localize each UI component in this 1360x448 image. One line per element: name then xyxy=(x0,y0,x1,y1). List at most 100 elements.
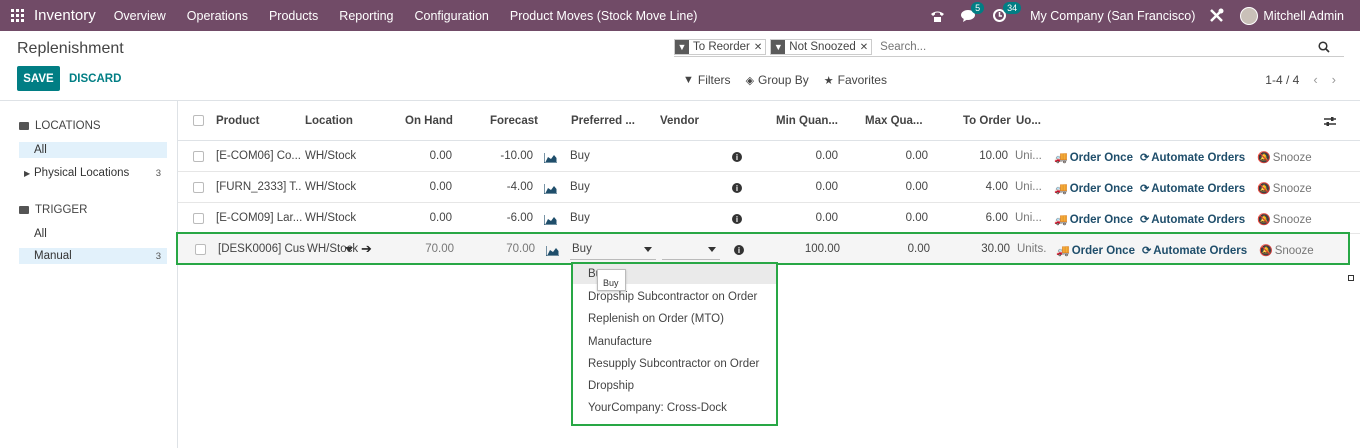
route-option-dropship-subcontractor[interactable]: Dropship Subcontractor on Order xyxy=(588,291,757,303)
menu-products[interactable]: Products xyxy=(269,9,318,23)
snooze-button[interactable]: 🔕 Snooze xyxy=(1257,182,1312,196)
automate-orders-button[interactable]: ⟳ Automate Orders xyxy=(1140,213,1245,227)
cell-on-hand[interactable]: 0.00 xyxy=(398,212,452,224)
route-select[interactable]: Buy xyxy=(572,243,592,255)
cell-max-quantity[interactable]: 0.00 xyxy=(868,212,928,224)
menu-reporting[interactable]: Reporting xyxy=(339,9,393,23)
close-icon[interactable]: ✕ xyxy=(754,40,765,54)
automate-orders-button[interactable]: ⟳ Automate Orders xyxy=(1140,182,1245,196)
column-header-forecast[interactable]: Forecast xyxy=(490,115,538,127)
cell-uom[interactable]: Units. xyxy=(1017,243,1046,255)
route-option-mto[interactable]: Replenish on Order (MTO) xyxy=(588,313,724,325)
cell-to-order[interactable]: 4.00 xyxy=(948,181,1008,193)
cell-to-order[interactable]: 30.00 xyxy=(950,243,1010,255)
menu-configuration[interactable]: Configuration xyxy=(415,9,489,23)
location-item-all[interactable]: All xyxy=(19,142,167,158)
forecast-chart-icon[interactable] xyxy=(543,214,557,228)
forecast-chart-icon[interactable] xyxy=(543,152,557,166)
phone-icon[interactable] xyxy=(930,9,945,23)
forecast-chart-icon[interactable] xyxy=(545,245,559,259)
menu-overview[interactable]: Overview xyxy=(114,9,166,23)
pager-value[interactable]: 1-4 / 4 xyxy=(1265,73,1299,87)
table-row[interactable]: [E-COM09] Lar... WH/Stock 0.00 -6.00 Buy… xyxy=(178,203,1360,234)
forecast-chart-icon[interactable] xyxy=(543,183,557,197)
cell-max-quantity[interactable]: 0.00 xyxy=(868,181,928,193)
info-icon[interactable]: i xyxy=(732,214,742,224)
cell-preferred-route[interactable]: Buy xyxy=(570,150,590,162)
resize-handle[interactable] xyxy=(1348,275,1354,281)
order-once-button[interactable]: 🚚 Order Once xyxy=(1056,244,1135,258)
cell-forecast[interactable]: -6.00 xyxy=(478,212,533,224)
cell-product[interactable]: [E-COM09] Lar... xyxy=(216,212,302,224)
cell-product[interactable]: [DESK0006] Custo xyxy=(218,243,305,255)
info-icon[interactable]: i xyxy=(734,245,744,255)
search-input[interactable] xyxy=(876,40,1077,53)
location-item-physical[interactable]: ▶ Physical Locations 3 xyxy=(19,165,167,181)
cell-preferred-route[interactable]: Buy xyxy=(570,212,590,224)
apps-grid-icon[interactable] xyxy=(0,0,34,31)
menu-operations[interactable]: Operations xyxy=(187,9,248,23)
column-header-location[interactable]: Location xyxy=(305,115,353,127)
cell-on-hand[interactable]: 0.00 xyxy=(398,181,452,193)
caret-right-icon[interactable]: ▶ xyxy=(24,169,30,178)
select-all-checkbox[interactable] xyxy=(193,115,204,126)
app-name[interactable]: Inventory xyxy=(34,7,96,24)
cell-min-quantity[interactable]: 100.00 xyxy=(778,243,840,255)
snooze-button[interactable]: 🔕 Snooze xyxy=(1259,244,1314,258)
cell-forecast[interactable]: -10.00 xyxy=(478,150,533,162)
cell-max-quantity[interactable]: 0.00 xyxy=(870,243,930,255)
cell-min-quantity[interactable]: 0.00 xyxy=(778,150,838,162)
automate-orders-button[interactable]: ⟳ Automate Orders xyxy=(1140,151,1245,165)
filters-button[interactable]: ▼ Filters xyxy=(683,73,731,87)
menu-product-moves[interactable]: Product Moves (Stock Move Line) xyxy=(510,9,698,23)
column-header-on-hand[interactable]: On Hand xyxy=(405,115,453,127)
table-row[interactable]: [FURN_2333] T... WH/Stock 0.00 -4.00 Buy… xyxy=(178,172,1360,203)
order-once-button[interactable]: 🚚 Order Once xyxy=(1054,182,1133,196)
close-icon[interactable]: ✕ xyxy=(860,40,871,54)
snooze-button[interactable]: 🔕 Snooze xyxy=(1257,151,1312,165)
cell-location[interactable]: WH/Stock xyxy=(305,212,356,224)
order-once-button[interactable]: 🚚 Order Once xyxy=(1054,213,1133,227)
row-checkbox[interactable] xyxy=(193,213,204,224)
avatar[interactable] xyxy=(1240,6,1259,25)
user-menu[interactable]: Mitchell Admin xyxy=(1263,9,1344,23)
route-option-cross-dock[interactable]: YourCompany: Cross-Dock xyxy=(588,402,727,414)
group-by-button[interactable]: ◈ Group By xyxy=(746,73,809,87)
route-option-dropship[interactable]: Dropship xyxy=(588,380,634,392)
cell-location[interactable]: WH/Stock xyxy=(305,181,356,193)
favorites-button[interactable]: ★ Favorites xyxy=(824,73,887,87)
cell-uom[interactable]: Uni... xyxy=(1015,150,1042,162)
company-switcher[interactable]: My Company (San Francisco) xyxy=(1030,9,1195,23)
route-dropdown-caret-icon[interactable] xyxy=(644,247,652,252)
trigger-item-all[interactable]: All xyxy=(19,226,167,242)
search-icon[interactable] xyxy=(1318,41,1330,56)
column-header-product[interactable]: Product xyxy=(216,115,259,127)
clock-icon[interactable]: 34 xyxy=(993,2,1022,22)
row-checkbox[interactable] xyxy=(193,151,204,162)
tools-icon[interactable] xyxy=(1209,8,1224,23)
cell-max-quantity[interactable]: 0.00 xyxy=(868,150,928,162)
info-icon[interactable]: i xyxy=(732,183,742,193)
cell-to-order[interactable]: 10.00 xyxy=(948,150,1008,162)
cell-product[interactable]: [FURN_2333] T... xyxy=(216,181,302,193)
cell-min-quantity[interactable]: 0.00 xyxy=(778,181,838,193)
vendor-dropdown-caret-icon[interactable] xyxy=(708,247,716,252)
cell-product[interactable]: [E-COM06] Co... xyxy=(216,150,302,162)
table-row-editing[interactable]: [DESK0006] Custo WH/Stock ➔ 70.00 70.00 … xyxy=(176,232,1350,265)
row-checkbox[interactable] xyxy=(195,244,206,255)
cell-uom[interactable]: Uni... xyxy=(1015,212,1042,224)
column-header-preferred-route[interactable]: Preferred ... xyxy=(571,115,635,127)
cell-to-order[interactable]: 6.00 xyxy=(948,212,1008,224)
chevron-right-icon[interactable]: › xyxy=(1332,72,1336,87)
facet-not-snoozed[interactable]: ▼ Not Snoozed ✕ xyxy=(770,38,873,55)
column-header-max-quantity[interactable]: Max Qua... xyxy=(865,115,923,127)
facet-to-reorder[interactable]: ▼ To Reorder ✕ xyxy=(674,38,767,55)
snooze-button[interactable]: 🔕 Snooze xyxy=(1257,213,1312,227)
cell-preferred-route[interactable]: Buy xyxy=(570,181,590,193)
trigger-item-manual[interactable]: Manual 3 xyxy=(19,248,167,264)
cell-min-quantity[interactable]: 0.00 xyxy=(778,212,838,224)
chat-icon[interactable]: 5 xyxy=(961,2,985,22)
route-option-manufacture[interactable]: Manufacture xyxy=(588,336,652,348)
column-header-uom[interactable]: Uo... xyxy=(1016,115,1041,127)
order-once-button[interactable]: 🚚 Order Once xyxy=(1054,151,1133,165)
